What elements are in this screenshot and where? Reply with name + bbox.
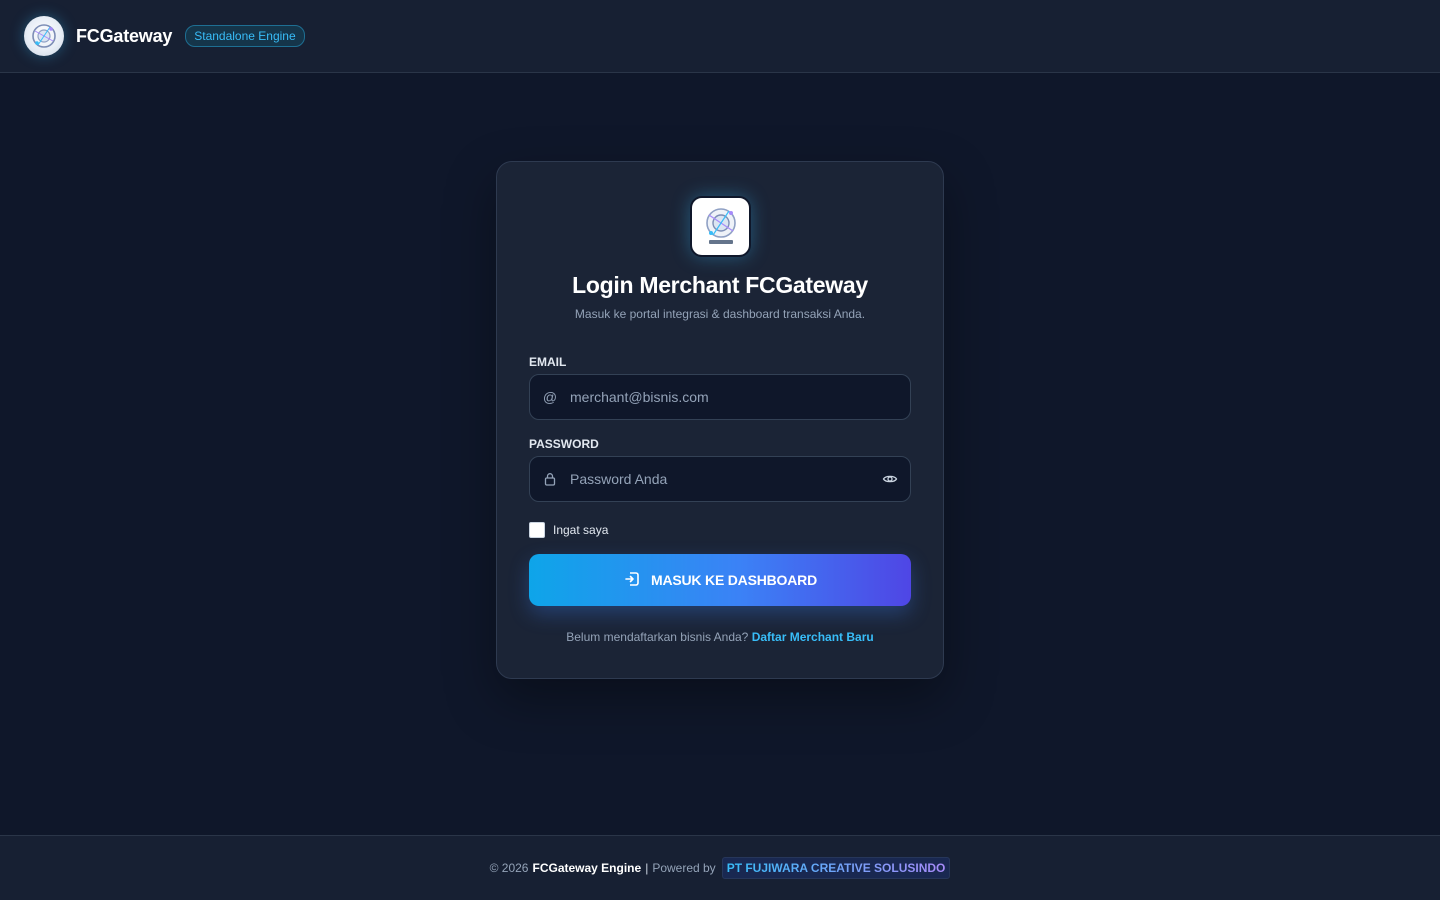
brand-name[interactable]: FCGateway	[76, 26, 172, 47]
at-sign-icon: @	[542, 389, 558, 405]
fcgateway-logo-icon	[690, 196, 751, 257]
footer-powered-by: Powered by	[652, 861, 716, 875]
login-icon	[623, 570, 641, 591]
login-submit-button[interactable]: MASUK KE DASHBOARD	[529, 554, 911, 606]
password-input[interactable]	[570, 457, 870, 501]
password-field-wrapper	[529, 456, 911, 502]
footer-copyright: © 2026	[489, 861, 529, 875]
login-title: Login Merchant FCGateway	[572, 272, 868, 298]
signup-row: Belum mendaftarkan bisnis Anda? Daftar M…	[497, 630, 943, 644]
password-label: PASSWORD	[529, 437, 599, 451]
login-submit-label: MASUK KE DASHBOARD	[651, 572, 817, 588]
footer-engine: FCGateway Engine	[532, 861, 642, 875]
lock-icon	[530, 472, 570, 486]
engine-badge: Standalone Engine	[185, 25, 305, 47]
email-label: EMAIL	[529, 355, 567, 369]
remember-me-checkbox[interactable]	[529, 522, 545, 538]
footer-company: PT FUJIWARA CREATIVE SOLUSINDO	[726, 861, 946, 875]
fcgateway-logo-icon[interactable]	[24, 16, 64, 56]
top-navbar: FCGateway Standalone Engine	[0, 0, 1440, 73]
email-input[interactable]	[570, 375, 910, 419]
signup-prompt: Belum mendaftarkan bisnis Anda?	[566, 630, 749, 644]
email-field-wrapper: @	[529, 374, 911, 420]
remember-me-label[interactable]: Ingat saya	[553, 523, 608, 537]
page-footer: © 2026 FCGateway Engine | Powered by PT …	[0, 835, 1440, 900]
login-card: Login Merchant FCGateway Masuk ke portal…	[496, 161, 944, 679]
register-merchant-link[interactable]: Daftar Merchant Baru	[752, 630, 874, 644]
login-subtitle: Masuk ke portal integrasi & dashboard tr…	[574, 307, 866, 321]
eye-icon[interactable]	[870, 471, 910, 487]
footer-separator: |	[645, 861, 649, 875]
remember-me: Ingat saya	[529, 522, 608, 538]
footer-company-badge[interactable]: PT FUJIWARA CREATIVE SOLUSINDO	[721, 857, 951, 879]
